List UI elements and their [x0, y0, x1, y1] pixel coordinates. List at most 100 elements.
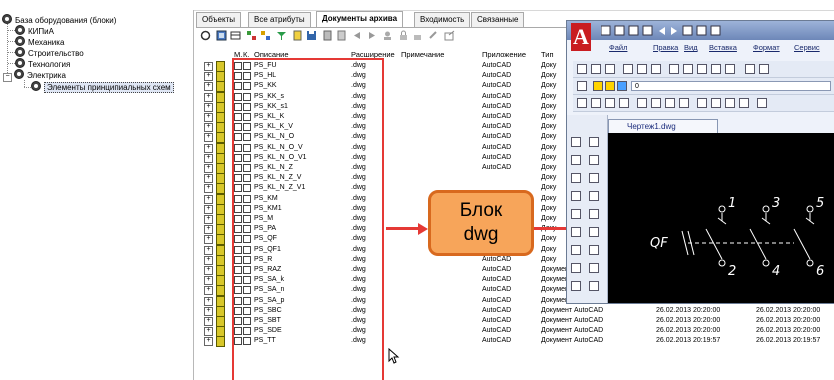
linear-dim-icon[interactable] — [577, 98, 587, 108]
move-icon[interactable] — [571, 227, 581, 237]
tab-usage[interactable]: Входимость — [414, 12, 471, 27]
expand-icon[interactable]: + — [204, 327, 213, 337]
layer-on-icon[interactable] — [593, 81, 603, 91]
plot-icon[interactable] — [651, 64, 661, 74]
expand-icon[interactable]: + — [204, 194, 213, 204]
tree-item-construction[interactable]: Строительство — [15, 47, 84, 58]
tree-root[interactable]: База оборудования (блоки) — [2, 14, 116, 25]
expand-icon[interactable]: + — [204, 72, 213, 82]
expand-icon[interactable]: + — [204, 102, 213, 112]
expand-icon[interactable]: + — [204, 184, 213, 194]
continue-icon[interactable] — [725, 98, 735, 108]
preview-icon[interactable] — [637, 64, 647, 74]
offset-icon[interactable] — [571, 191, 581, 201]
expand-icon[interactable]: + — [204, 62, 213, 71]
view-icon[interactable] — [336, 30, 347, 41]
tree-view-icon[interactable] — [246, 30, 257, 41]
menu-edit[interactable]: Правка — [653, 41, 678, 55]
quick-access-toolbar[interactable] — [601, 25, 731, 37]
expand-icon[interactable]: + — [204, 92, 213, 102]
move-right-icon[interactable] — [366, 30, 377, 41]
export-icon[interactable] — [444, 30, 455, 41]
tree-item-technology[interactable]: Технология — [15, 58, 70, 69]
tab-objects[interactable]: Объекты — [196, 12, 241, 27]
unlock-icon[interactable] — [412, 30, 423, 41]
undo-icon[interactable] — [745, 64, 755, 74]
jogged-icon[interactable] — [651, 98, 661, 108]
layer-freeze-icon[interactable] — [605, 81, 615, 91]
cut-icon[interactable] — [669, 64, 679, 74]
hierarchy-icon[interactable] — [260, 30, 271, 41]
expand-icon[interactable]: + — [204, 276, 213, 286]
menu-insert[interactable]: Вставка — [709, 41, 737, 55]
scale-icon[interactable] — [571, 263, 581, 273]
stretch-icon[interactable] — [571, 281, 581, 291]
angular-icon[interactable] — [679, 98, 689, 108]
filter-icon[interactable] — [276, 30, 287, 41]
expand-icon[interactable]: + — [204, 255, 213, 265]
expand-icon[interactable]: + — [204, 225, 213, 235]
layer-manager-icon[interactable] — [577, 81, 587, 91]
autocad-logo-icon[interactable]: A — [571, 23, 591, 51]
expand-icon[interactable]: + — [204, 337, 213, 347]
expand-icon[interactable]: + — [204, 235, 213, 245]
block-editor-icon[interactable] — [725, 64, 735, 74]
drawing-tab[interactable]: Чертеж1.dwg — [608, 119, 718, 133]
expand-icon[interactable]: + — [204, 174, 213, 184]
print-icon[interactable] — [623, 64, 633, 74]
save-icon[interactable] — [306, 30, 317, 41]
tab-all-attributes[interactable]: Все атрибуты — [248, 12, 311, 27]
polyline-icon[interactable] — [589, 155, 599, 165]
rectangle-icon[interactable] — [589, 209, 599, 219]
expand-icon[interactable]: + — [204, 245, 213, 255]
quick-dim-icon[interactable] — [697, 98, 707, 108]
tab-related[interactable]: Связанные — [471, 12, 525, 27]
arc-length-icon[interactable] — [605, 98, 615, 108]
tab-archive-documents[interactable]: Документы архива — [316, 11, 404, 27]
erase-icon[interactable] — [571, 137, 581, 147]
collapse-icon[interactable]: − — [3, 73, 12, 82]
menu-file[interactable]: Файл — [609, 41, 627, 55]
expand-icon[interactable]: + — [204, 82, 213, 92]
save-file-icon[interactable] — [605, 64, 615, 74]
match-properties-icon[interactable] — [711, 64, 721, 74]
mirror-icon[interactable] — [571, 173, 581, 183]
tree-item-electrics[interactable]: − Электрика — [3, 69, 66, 82]
tolerance-icon[interactable] — [739, 98, 749, 108]
expand-icon[interactable]: + — [204, 153, 213, 163]
col-header-note[interactable]: Примечание — [401, 50, 444, 60]
drawing-canvas[interactable]: QF 1 3 5 2 4 6 — [608, 133, 834, 303]
copy-icon[interactable] — [683, 64, 693, 74]
circle-icon[interactable] — [589, 245, 599, 255]
center-mark-icon[interactable] — [757, 98, 767, 108]
expand-icon[interactable]: + — [204, 164, 213, 173]
expand-icon[interactable]: + — [204, 266, 213, 275]
user-icon[interactable] — [382, 30, 393, 41]
expand-icon[interactable]: + — [204, 133, 213, 143]
arc-icon[interactable] — [589, 173, 599, 183]
expand-icon[interactable]: + — [204, 215, 213, 224]
polygon-icon[interactable] — [589, 191, 599, 201]
link-icon[interactable] — [428, 30, 439, 41]
expand-icon[interactable]: + — [204, 286, 213, 296]
expand-icon[interactable]: + — [204, 113, 213, 122]
move-left-icon[interactable] — [352, 30, 363, 41]
lock-icon[interactable] — [398, 30, 409, 41]
expand-icon[interactable]: + — [204, 296, 213, 306]
aligned-dim-icon[interactable] — [591, 98, 601, 108]
grid-view-icon[interactable] — [216, 30, 227, 41]
tree-item-schematic-elements[interactable]: Элементы принципиальных схем — [31, 81, 174, 93]
diameter-icon[interactable] — [665, 98, 675, 108]
baseline-icon[interactable] — [711, 98, 721, 108]
tree-item-mechanics[interactable]: Механика — [15, 36, 64, 47]
array-icon[interactable] — [571, 209, 581, 219]
paste-icon[interactable] — [697, 64, 707, 74]
menu-format[interactable]: Формат — [753, 41, 780, 55]
table-icon[interactable] — [230, 30, 241, 41]
document-icon[interactable] — [292, 30, 303, 41]
menu-tools[interactable]: Сервис — [794, 41, 820, 55]
expand-icon[interactable]: + — [204, 204, 213, 214]
expand-icon[interactable]: + — [204, 306, 213, 316]
col-header-type[interactable]: Тип — [541, 50, 554, 60]
copy-object-icon[interactable] — [571, 155, 581, 165]
